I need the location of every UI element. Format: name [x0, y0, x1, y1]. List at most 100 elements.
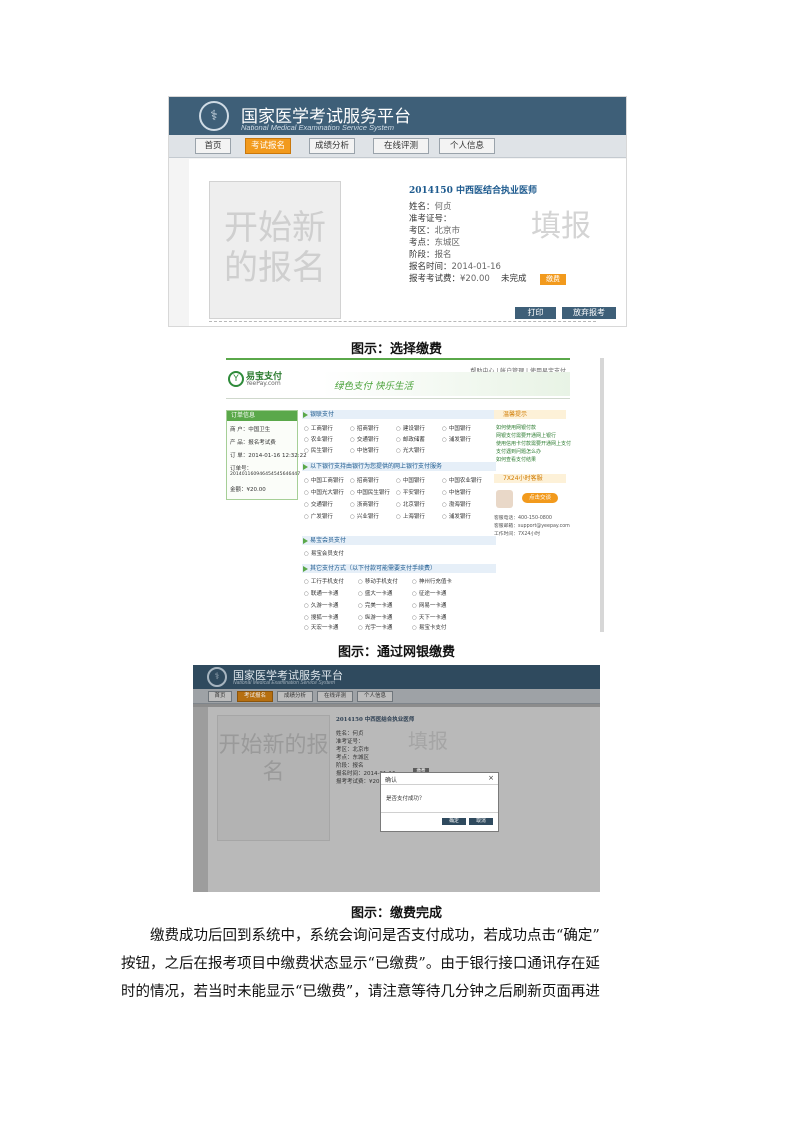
nav-score-analysis[interactable]: 成绩分析 [309, 138, 355, 154]
card-option[interactable]: 完美一卡通 [358, 601, 393, 609]
field-line: 考区：北京市 [336, 747, 370, 753]
bank-option[interactable]: 交通银行 [304, 500, 333, 508]
instruction-paragraph: 缴费成功后回到系统中，系统会询问是否支付成功，若成功点击“确定” 按钮，之后在报… [121, 922, 673, 1006]
bank-option[interactable]: 兴业银行 [350, 512, 379, 520]
nav-home[interactable]: 首页 [195, 138, 231, 154]
new-registration-tile[interactable]: 开始新的报名 [209, 181, 341, 319]
screenshot-payment-complete: ⚕ 国家医学考试服务平台 National Medical Examinatio… [193, 665, 600, 892]
nav-online-assessment[interactable]: 在线评测 [373, 138, 429, 154]
card-option[interactable]: 网易一卡通 [412, 601, 447, 609]
bank-option[interactable]: 中国农业银行 [442, 476, 482, 484]
screenshot-select-payment: ⚕ 国家医学考试服务平台 National Medical Examinatio… [168, 96, 627, 327]
bank-option[interactable]: 中国银行 [442, 424, 471, 432]
field-exam-site: 考点：东城区 [409, 238, 461, 248]
side-strip [193, 707, 208, 892]
card-option[interactable]: 易宝卡支付 [412, 623, 447, 631]
section-online-banking: 以下银行支持由银行为您提供的网上银行支付服务 [302, 462, 496, 471]
scrollbar[interactable] [600, 358, 604, 632]
brand-slogan: 绿色支付 快乐生活 [334, 381, 414, 392]
bank-option[interactable]: 北京银行 [396, 500, 425, 508]
card-option[interactable]: 光宇一卡通 [358, 623, 393, 631]
field-line: 考点：东城区 [336, 755, 370, 761]
card-option[interactable]: 纵游一卡通 [358, 613, 393, 621]
bank-option[interactable]: 渤海银行 [442, 500, 471, 508]
card-option[interactable]: 盛大一卡通 [358, 589, 393, 597]
exam-title[interactable]: 2014150 中西医结合执业医师 [409, 183, 537, 196]
bank-option[interactable]: 上海银行 [396, 512, 425, 520]
nav-exam-registration[interactable]: 考试报名 [237, 691, 273, 702]
brand-url: YeePay.com [246, 380, 281, 387]
bank-option[interactable]: 招商银行 [350, 476, 379, 484]
bank-option[interactable]: 光大银行 [396, 446, 425, 454]
card-option[interactable]: 工行手机支付 [304, 577, 344, 585]
dialog-message: 是否支付成功？ [386, 796, 425, 802]
bank-option[interactable]: 招商银行 [350, 424, 379, 432]
site-subtitle: National Medical Examination Service Sys… [233, 680, 335, 686]
exam-title[interactable]: 2014150 中西医结合执业医师 [336, 715, 414, 723]
close-icon[interactable]: × [488, 774, 494, 782]
bank-option[interactable]: 民生银行 [304, 446, 333, 454]
section-other-pay: 其它支付方式（以下付款可能需要支付手续费） [302, 564, 496, 573]
bank-option[interactable]: 中国民生银行 [350, 488, 390, 496]
section-unionpay: 银联支付 [302, 410, 496, 419]
cs-hours: 工作时间：7X24小时 [494, 532, 541, 537]
header-divider [226, 398, 570, 399]
tip-link[interactable]: 如何查看支付结果 [496, 456, 536, 463]
member-pay-option[interactable]: 易宝会员支付 [304, 549, 344, 557]
card-option[interactable]: 神州行充值卡 [412, 577, 452, 585]
bank-option[interactable]: 广发银行 [304, 512, 333, 520]
card-option[interactable]: 移动手机支付 [358, 577, 398, 585]
bank-option[interactable]: 平安银行 [396, 488, 425, 496]
bank-option[interactable]: 中国银行 [396, 476, 425, 484]
card-option[interactable]: 久游一卡通 [304, 601, 339, 609]
caption-select-payment: 图示：选择缴费 [350, 342, 442, 357]
agent-avatar [496, 490, 513, 508]
tip-link[interactable]: 如何使用网银付款 [496, 424, 536, 431]
order-time: 订 单：2014-01-16 12:32:22 [230, 453, 307, 459]
confirm-button[interactable]: 确定 [442, 818, 466, 825]
bank-option[interactable]: 中信银行 [442, 488, 471, 496]
bank-option[interactable]: 建设银行 [396, 424, 425, 432]
nav-personal-info[interactable]: 个人信息 [439, 138, 495, 154]
nav-exam-registration[interactable]: 考试报名 [245, 138, 291, 154]
pay-fee-button[interactable]: 缴费 [540, 274, 566, 285]
order-number: 201401160946454545646447 [230, 472, 301, 477]
nav-personal-info[interactable]: 个人信息 [357, 691, 393, 702]
bank-option[interactable]: 中国工商银行 [304, 476, 344, 484]
top-rule [226, 358, 570, 360]
bank-option[interactable]: 交通银行 [350, 435, 379, 443]
nav-home[interactable]: 首页 [208, 691, 232, 702]
order-merchant: 商 户：中国卫生 [230, 427, 271, 433]
tip-link[interactable]: 支付遇到问题怎么办 [496, 448, 541, 455]
bank-option[interactable]: 工商银行 [304, 424, 333, 432]
order-amount: 金额：¥20.00 [230, 487, 266, 493]
print-button[interactable]: 打印 [515, 307, 556, 319]
dialog-title: 确认 [385, 777, 398, 784]
bank-option[interactable]: 浦发银行 [442, 512, 471, 520]
card-option[interactable]: 天下一卡通 [412, 613, 447, 621]
nav-online-assessment[interactable]: 在线评测 [317, 691, 353, 702]
bank-option[interactable]: 浙商银行 [350, 500, 379, 508]
cancel-button[interactable]: 取消 [469, 818, 493, 825]
field-line: 准考证号： [336, 739, 364, 745]
bank-option[interactable]: 中国光大银行 [304, 488, 344, 496]
abandon-exam-button[interactable]: 放弃报考 [562, 307, 616, 319]
new-registration-tile[interactable]: 开始新的报名 [217, 715, 330, 841]
bank-option[interactable]: 浦发银行 [442, 435, 471, 443]
card-option[interactable]: 搜狐一卡通 [304, 613, 339, 621]
dialog-divider [381, 812, 498, 813]
card-option[interactable]: 天宏一卡通 [304, 623, 339, 631]
bank-option[interactable]: 邮政储蓄 [396, 435, 425, 443]
chat-button[interactable]: 点击交谈 [522, 493, 558, 503]
confirm-dialog: 确认 × 是否支付成功？ 确定 取消 [380, 772, 499, 832]
screenshot-yeepay-bank-payment: 帮助中心 | 帐户管理 | 使用易宝支付 Y 易宝支付 YeePay.com 绿… [222, 358, 604, 632]
bank-option[interactable]: 中信银行 [350, 446, 379, 454]
order-info-title: 订单信息 [227, 411, 297, 421]
nav-score-analysis[interactable]: 成绩分析 [277, 691, 313, 702]
tip-link[interactable]: 使用信用卡付款需要开通网上支付 [496, 440, 571, 447]
card-option[interactable]: 征途一卡通 [412, 589, 447, 597]
site-subtitle: National Medical Examination Service Sys… [241, 123, 394, 132]
bank-option[interactable]: 农业银行 [304, 435, 333, 443]
tip-link[interactable]: 网银支付需要开通网上银行 [496, 432, 556, 439]
card-option[interactable]: 联通一卡通 [304, 589, 339, 597]
